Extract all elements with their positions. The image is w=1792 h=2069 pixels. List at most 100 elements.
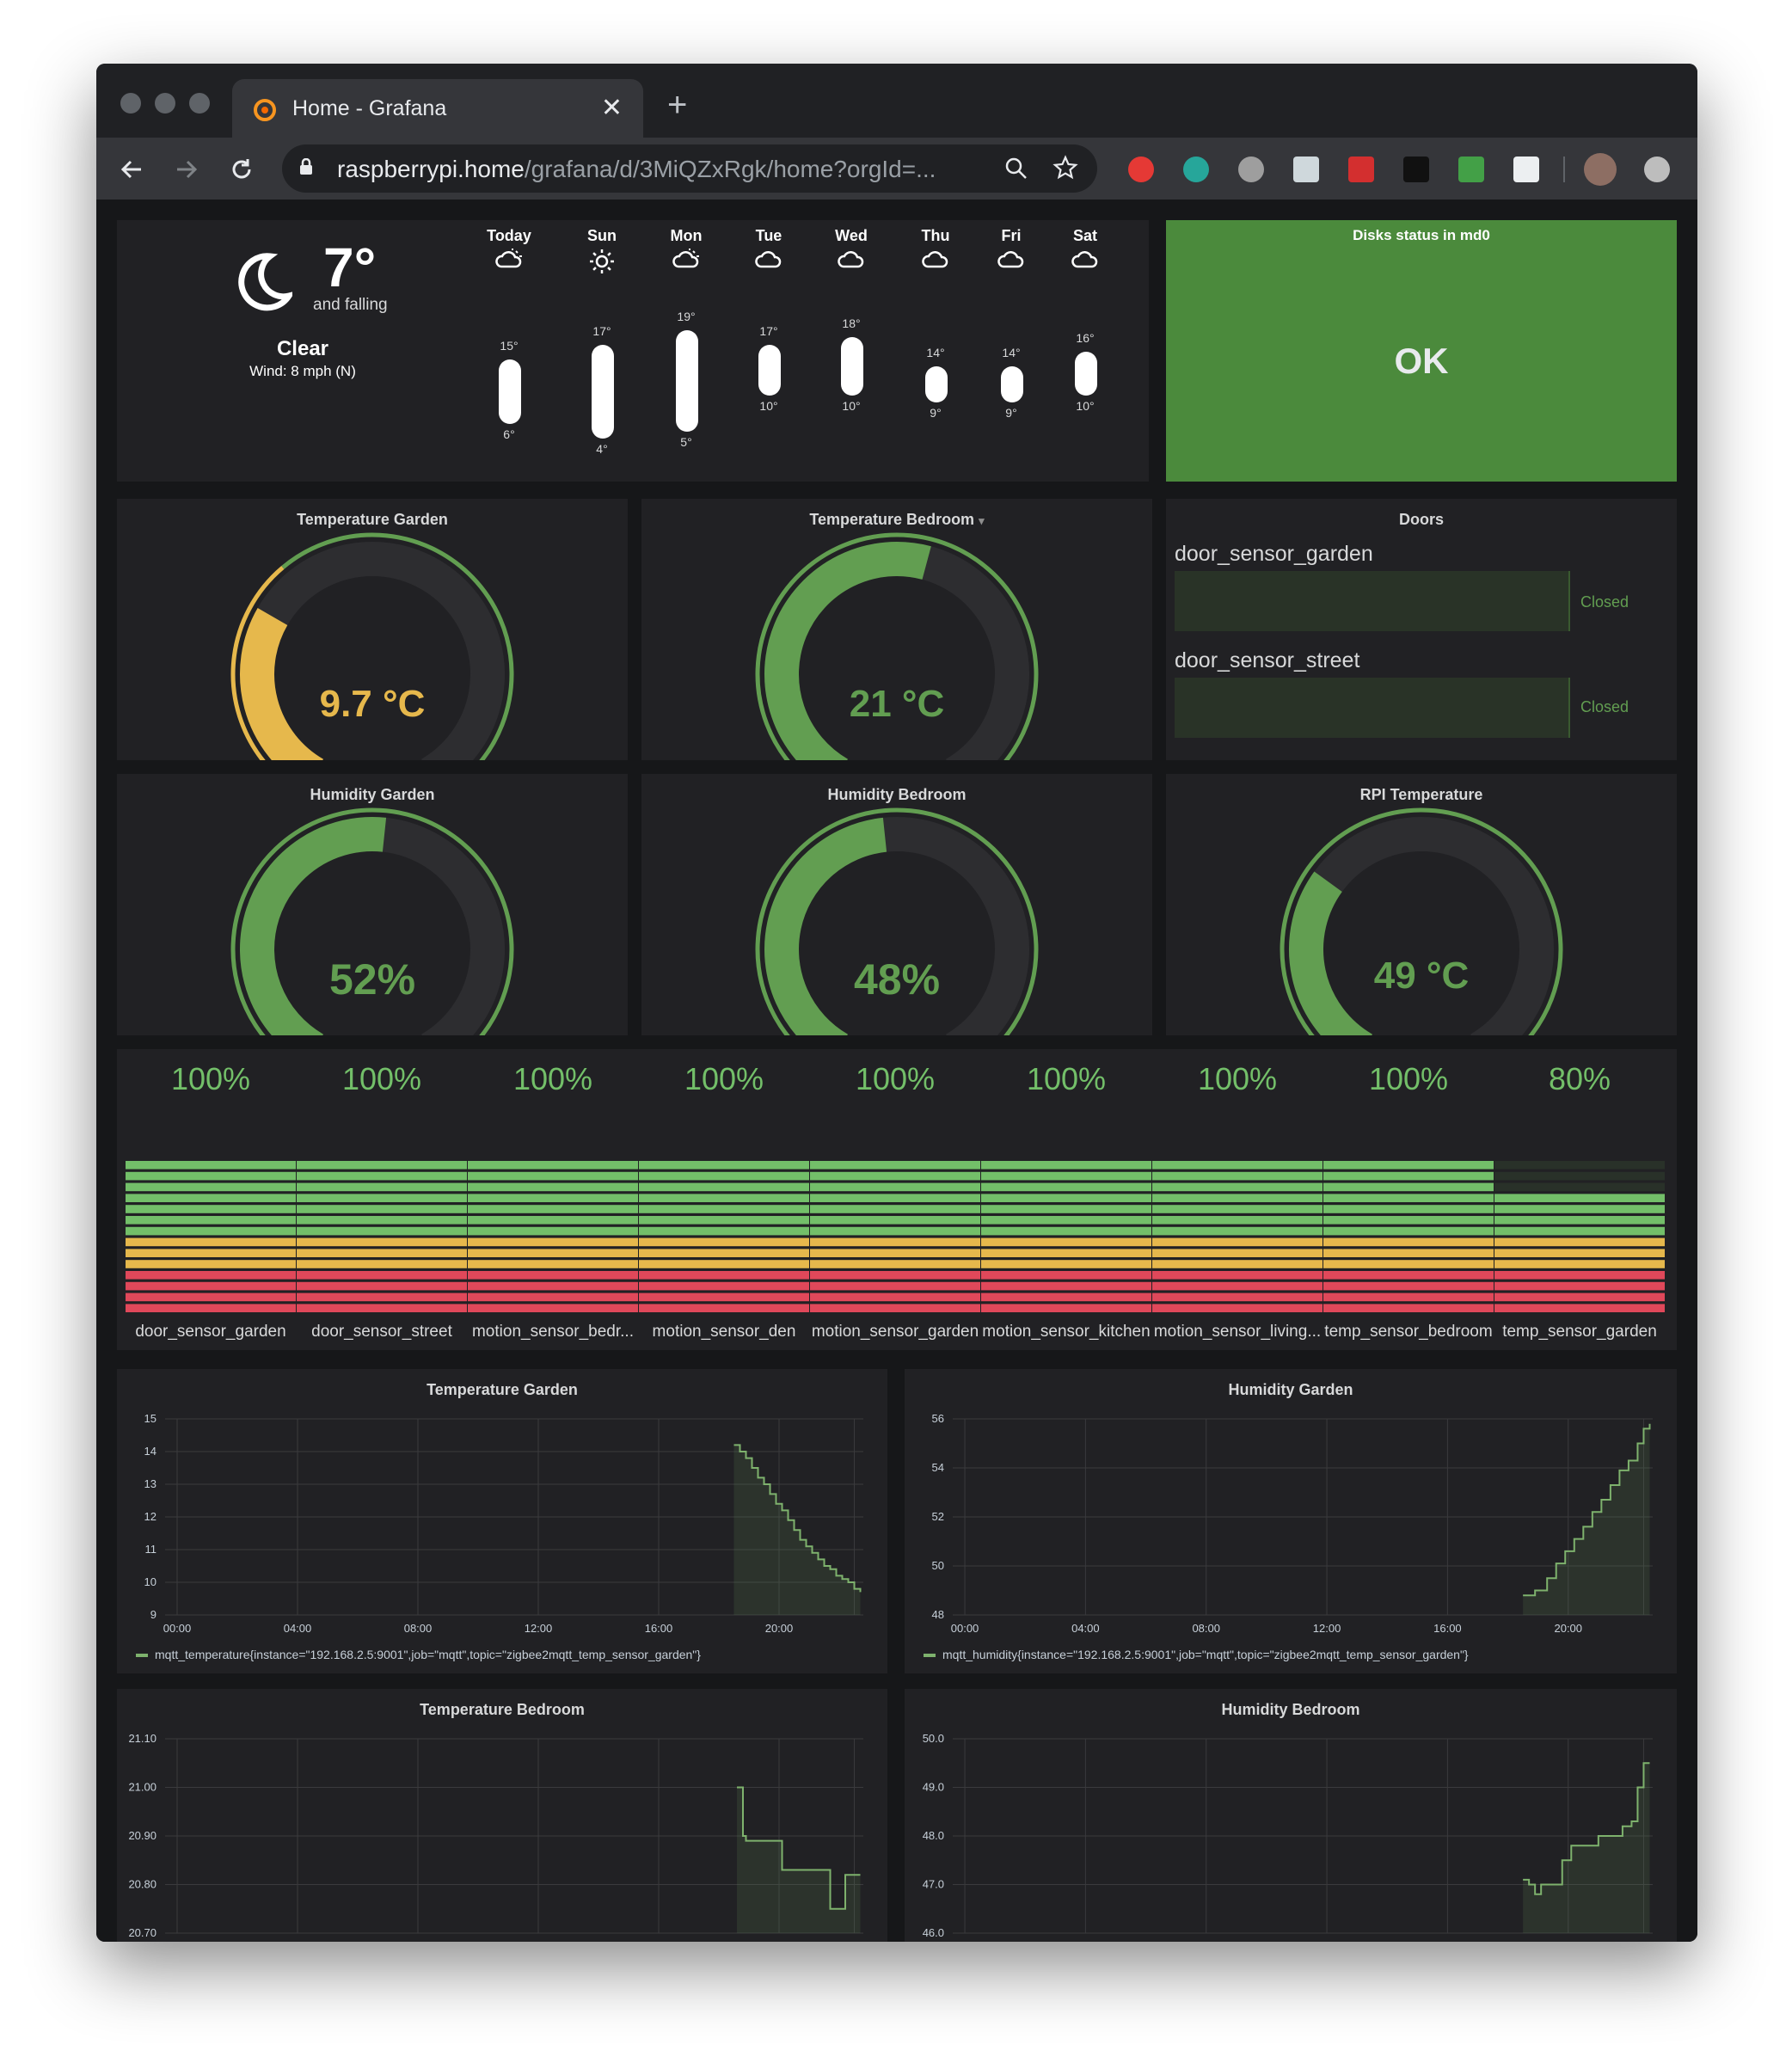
- panel-menu-chevron-icon[interactable]: ▾: [979, 514, 985, 527]
- y-tick-label: 15: [144, 1412, 156, 1425]
- forecast-temp-range-bar: [592, 344, 614, 439]
- forecast-high: 19°: [677, 310, 696, 323]
- dashboard-content: 7° and falling Clear Wind: 8 mph (N) Tod…: [96, 200, 1697, 1942]
- battery-segment: [1323, 1182, 1494, 1192]
- forecast-day: Wed 18° 10°: [817, 220, 886, 482]
- battery-segment: [126, 1260, 296, 1268]
- partly-cloudy-night-icon: [495, 249, 522, 268]
- graph-legend[interactable]: mqtt_humidity{instance="192.168.2.5:9001…: [924, 1648, 1469, 1661]
- battery-segment: [1152, 1249, 1323, 1257]
- series-area: [1523, 1423, 1650, 1615]
- x-tick-label: 08:00: [404, 1622, 433, 1635]
- battery-segment: [810, 1237, 980, 1247]
- battery-segment: [1494, 1161, 1665, 1170]
- disks-status-panel: Disks status in md0 OK: [1166, 220, 1677, 482]
- battery-segment: [639, 1237, 809, 1247]
- update-extension-icon[interactable]: [1644, 157, 1670, 182]
- reload-icon[interactable]: [229, 157, 255, 182]
- y-tick-label: 12: [144, 1510, 156, 1523]
- close-window-dot[interactable]: [120, 93, 141, 114]
- battery-bar: [981, 1161, 1151, 1312]
- forecast-high: 17°: [759, 323, 778, 338]
- back-arrow-icon[interactable]: [119, 157, 144, 182]
- forward-arrow-icon[interactable]: [174, 157, 199, 182]
- y-tick-label: 49.0: [923, 1781, 944, 1794]
- battery-bar: [810, 1161, 980, 1312]
- humidity-garden-graph-panel: 56 54 52 50 48 00:00 04:00 08:00 12:00 16:00 20:00…: [905, 1369, 1677, 1673]
- battery-segment: [126, 1216, 296, 1225]
- battery-segment: [297, 1249, 467, 1257]
- battery-segment: [1152, 1304, 1323, 1312]
- tab-home-grafana[interactable]: Home - Grafana ✕: [232, 79, 643, 138]
- battery-segment: [468, 1249, 638, 1257]
- bookmark-star-icon[interactable]: [1052, 155, 1078, 181]
- y-tick-label: 48.0: [923, 1829, 944, 1842]
- battery-segment: [297, 1161, 467, 1170]
- fast-forward-extension-icon[interactable]: [1348, 157, 1374, 182]
- screen-extension-icon[interactable]: [1458, 157, 1484, 182]
- panel-title[interactable]: Temperature Bedroom ▾: [641, 511, 1152, 529]
- battery-segment: [1152, 1194, 1323, 1202]
- forecast-temp-range-bar: [499, 359, 521, 425]
- battery-segment: [639, 1292, 809, 1302]
- panel-title: Humidity Garden: [310, 786, 435, 803]
- record-extension-icon[interactable]: [1238, 157, 1264, 182]
- battery-segment: [126, 1226, 296, 1236]
- y-tick-label: 21.10: [128, 1732, 156, 1745]
- battery-segment: [1494, 1194, 1665, 1202]
- battery-segment: [810, 1260, 980, 1268]
- battery-segment: [639, 1226, 809, 1236]
- cloud-icon: [997, 251, 1024, 268]
- tab-close-icon[interactable]: ✕: [601, 93, 623, 123]
- battery-bar: [126, 1161, 296, 1312]
- browser-window: Home - Grafana ✕ + raspberrypi.home/graf…: [96, 64, 1697, 1942]
- battery-segment: [297, 1194, 467, 1202]
- zoom-window-dot[interactable]: [189, 93, 210, 114]
- address-bar[interactable]: raspberrypi.home/grafana/d/3MiQZxRgk/hom…: [282, 144, 1097, 193]
- battery-segment: [981, 1292, 1151, 1302]
- sun-icon: [590, 249, 614, 273]
- lock-icon[interactable]: [299, 158, 313, 175]
- battery-segment: [810, 1292, 980, 1302]
- battery-segment: [810, 1161, 980, 1170]
- panel-title: RPI Temperature: [1359, 786, 1483, 803]
- battery-sensor-label: motion_sensor_kitchen: [982, 1323, 1151, 1341]
- door-name: door_sensor_street: [1175, 648, 1360, 672]
- door-state-bar: [1175, 571, 1570, 631]
- battery-sensor-label: motion_sensor_bedr...: [471, 1323, 634, 1341]
- reader-extension-icon[interactable]: [1293, 157, 1319, 182]
- search-extension-icon[interactable]: [1513, 157, 1539, 182]
- battery-segment: [297, 1226, 467, 1236]
- current-temperature: 7°: [323, 236, 377, 298]
- battery-segment: [810, 1281, 980, 1291]
- battery-segment: [639, 1249, 809, 1257]
- battery-sensor-label: temp_sensor_bedroom: [1324, 1323, 1493, 1341]
- y-tick-label: 20.80: [128, 1878, 156, 1891]
- series-area: [1523, 1763, 1650, 1933]
- battery-segment: [639, 1171, 809, 1181]
- m-extension-icon[interactable]: [1183, 157, 1209, 182]
- graph-legend[interactable]: mqtt_temperature{instance="192.168.2.5:9…: [136, 1648, 701, 1661]
- battery-segment: [468, 1194, 638, 1202]
- battery-segment: [297, 1216, 467, 1225]
- battery-segment: [1323, 1226, 1494, 1236]
- y-tick-label: 48: [932, 1608, 944, 1621]
- wind-info: Wind: 8 mph (N): [249, 363, 356, 379]
- battery-segment: [1494, 1304, 1665, 1312]
- gauge-value: 9.7 °C: [319, 683, 426, 725]
- adblock-extension-icon[interactable]: [1128, 157, 1154, 182]
- moon-icon: [238, 253, 292, 311]
- gauge-value: 49 °C: [1373, 955, 1470, 997]
- profile-avatar[interactable]: [1584, 153, 1617, 186]
- speaker-extension-icon[interactable]: [1403, 157, 1429, 182]
- new-tab-button[interactable]: +: [667, 88, 687, 122]
- y-tick-label: 20.70: [128, 1926, 156, 1939]
- battery-segment: [639, 1194, 809, 1202]
- zoom-icon[interactable]: [1004, 157, 1028, 181]
- battery-segment: [810, 1194, 980, 1202]
- gauge-value: 21 °C: [849, 683, 945, 725]
- panel-title: Humidity Bedroom: [1221, 1701, 1360, 1718]
- minimize-window-dot[interactable]: [155, 93, 175, 114]
- legend-swatch: [136, 1654, 148, 1658]
- url-text[interactable]: raspberrypi.home/grafana/d/3MiQZxRgk/hom…: [337, 156, 936, 183]
